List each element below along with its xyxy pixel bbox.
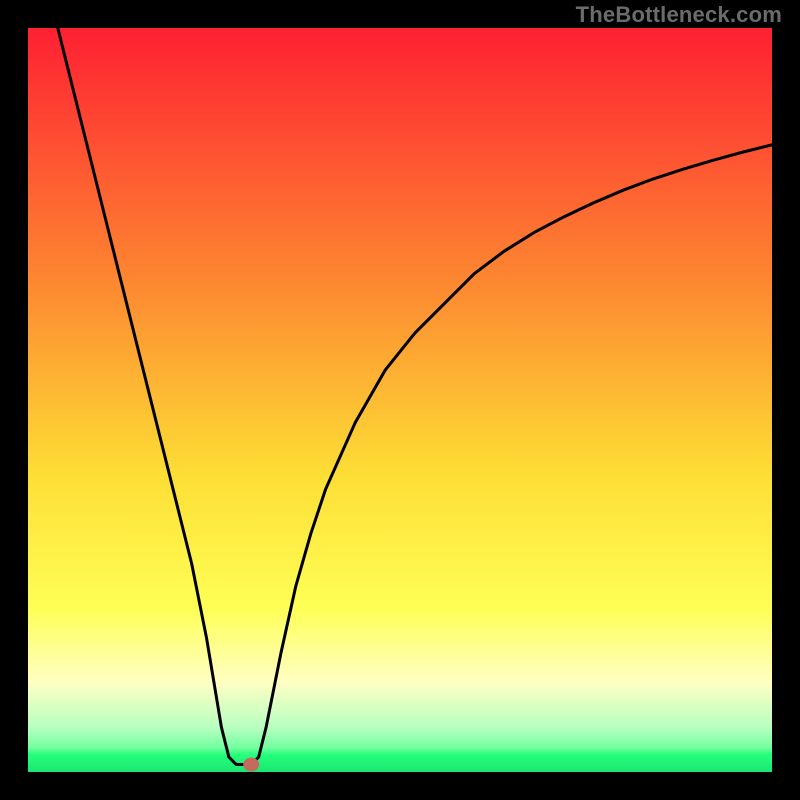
plot-svg: [28, 28, 772, 772]
plot-area: [28, 28, 772, 772]
bottleneck-curve: [58, 28, 772, 765]
root-container: TheBottleneck.com: [0, 0, 800, 800]
bottleneck-marker: [243, 758, 259, 772]
watermark-text: TheBottleneck.com: [576, 2, 782, 28]
chart-frame: [28, 28, 772, 772]
